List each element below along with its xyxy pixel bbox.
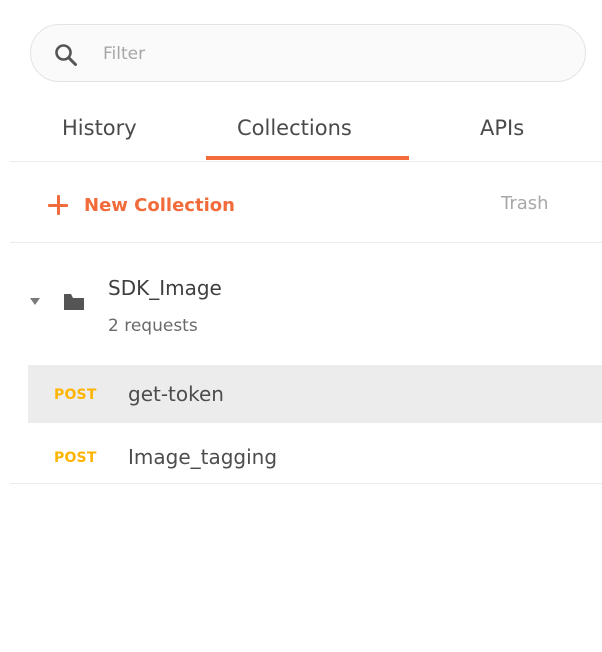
- request-item[interactable]: POST Image_tagging: [28, 428, 602, 486]
- new-collection-button[interactable]: New Collection: [46, 192, 235, 218]
- folder-icon: [64, 294, 84, 310]
- search-placeholder: Filter: [103, 44, 146, 64]
- caret-down-icon[interactable]: [30, 298, 40, 305]
- method-badge: POST: [54, 387, 97, 403]
- new-collection-label: New Collection: [84, 194, 235, 216]
- tab-history[interactable]: History: [62, 116, 137, 140]
- divider: [10, 483, 602, 484]
- tab-collections[interactable]: Collections: [237, 116, 352, 140]
- method-badge: POST: [54, 450, 97, 466]
- divider: [10, 242, 602, 243]
- request-item[interactable]: POST get-token: [28, 365, 602, 423]
- active-tab-indicator: [206, 156, 409, 160]
- plus-icon: [46, 193, 70, 217]
- divider: [10, 161, 602, 162]
- search-input[interactable]: Filter: [30, 24, 586, 82]
- trash-button[interactable]: Trash: [501, 193, 549, 214]
- tab-apis[interactable]: APIs: [480, 116, 524, 140]
- request-name: get-token: [128, 382, 224, 406]
- search-icon: [55, 44, 77, 66]
- sidebar-panel: Filter History Collections APIs New Coll…: [0, 0, 602, 652]
- collection-request-count: 2 requests: [108, 316, 198, 336]
- collection-name[interactable]: SDK_Image: [108, 276, 222, 300]
- request-name: Image_tagging: [128, 445, 278, 469]
